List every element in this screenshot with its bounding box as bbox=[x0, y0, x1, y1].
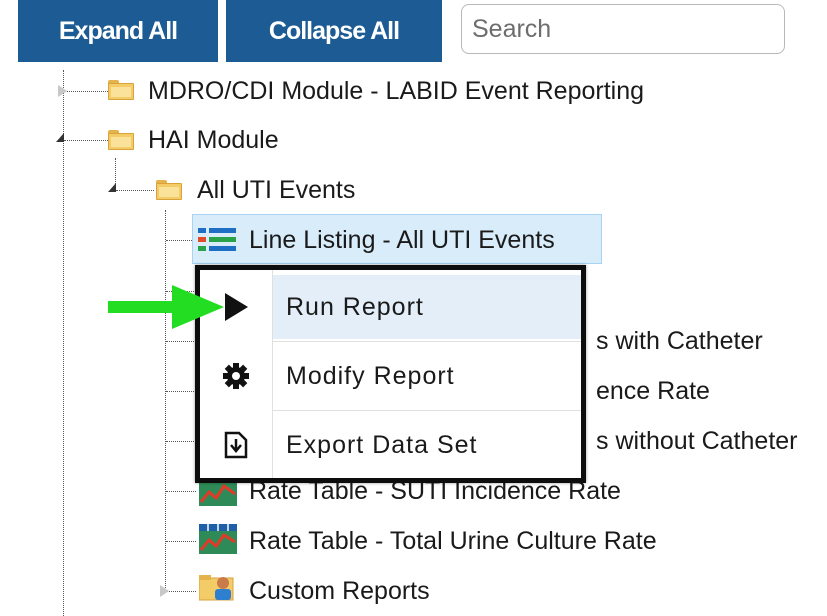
folder-icon bbox=[108, 80, 134, 100]
tree-line bbox=[166, 391, 196, 392]
tree-line bbox=[166, 341, 196, 342]
tree-item-label: Custom Reports bbox=[249, 576, 430, 605]
context-menu: Run Report Modify Report Export Data Set bbox=[195, 265, 586, 483]
expand-all-button[interactable]: Expand All bbox=[18, 0, 218, 62]
tree-item-rate-table-urine[interactable]: Rate Table - Total Urine Culture Rate bbox=[249, 523, 657, 559]
menu-item-modify-report[interactable]: Modify Report bbox=[200, 344, 581, 408]
menu-item-run-report[interactable]: Run Report bbox=[200, 275, 581, 339]
collapse-all-button[interactable]: Collapse All bbox=[226, 0, 442, 62]
tree-line bbox=[64, 140, 108, 141]
tree-item-label: ence Rate bbox=[596, 376, 710, 405]
tree-item-mdro-module[interactable]: MDRO/CDI Module - LABID Event Reporting bbox=[148, 73, 644, 109]
green-arrow-icon bbox=[108, 285, 224, 329]
tree-line bbox=[64, 91, 108, 92]
folder-icon bbox=[156, 180, 182, 200]
menu-item-export-data-set[interactable]: Export Data Set bbox=[200, 413, 581, 477]
tree-line bbox=[166, 441, 196, 442]
tree-item-label: Line Listing - All UTI Events bbox=[249, 225, 555, 254]
expand-arrow-icon[interactable] bbox=[160, 585, 169, 597]
tree-item-custom-reports[interactable]: Custom Reports bbox=[249, 573, 430, 609]
tree-line bbox=[165, 210, 166, 592]
export-icon bbox=[200, 431, 272, 459]
tree-line bbox=[166, 591, 196, 592]
tree-item-label: s with Catheter bbox=[596, 326, 763, 355]
menu-separator bbox=[273, 410, 581, 411]
tree-item-partial[interactable]: s without Catheter bbox=[596, 423, 798, 459]
collapse-arrow-icon[interactable] bbox=[56, 133, 64, 142]
collapse-arrow-icon[interactable] bbox=[108, 183, 116, 192]
expand-arrow-icon[interactable] bbox=[58, 85, 67, 97]
tree-item-all-uti-events[interactable]: All UTI Events bbox=[197, 172, 355, 208]
menu-item-label: Run Report bbox=[286, 292, 424, 321]
tree-item-label: All UTI Events bbox=[197, 175, 356, 204]
gear-icon bbox=[200, 362, 272, 390]
search-input[interactable] bbox=[461, 4, 785, 54]
tree-line bbox=[63, 70, 64, 616]
folder-icon bbox=[108, 130, 134, 150]
menu-item-label: Modify Report bbox=[286, 361, 455, 390]
tree-item-hai-module[interactable]: HAI Module bbox=[148, 122, 279, 158]
custom-reports-icon bbox=[199, 575, 234, 601]
tree-item-label: MDRO/CDI Module - LABID Event Reporting bbox=[148, 76, 645, 105]
tree-line bbox=[116, 190, 154, 191]
tree-item-label: Rate Table - Total Urine Culture Rate bbox=[249, 526, 657, 555]
menu-separator bbox=[273, 341, 581, 342]
menu-item-label: Export Data Set bbox=[286, 430, 478, 459]
tree-item-label: s without Catheter bbox=[596, 426, 798, 455]
rate-table-icon bbox=[199, 524, 237, 554]
tree-item-partial[interactable]: ence Rate bbox=[596, 373, 710, 409]
tree-line bbox=[166, 491, 196, 492]
tree-item-label: HAI Module bbox=[148, 125, 279, 154]
tree-item-line-listing[interactable]: Line Listing - All UTI Events bbox=[249, 222, 555, 258]
tree-line bbox=[166, 541, 196, 542]
line-listing-icon bbox=[198, 228, 236, 251]
tree-item-partial[interactable]: s with Catheter bbox=[596, 323, 763, 359]
